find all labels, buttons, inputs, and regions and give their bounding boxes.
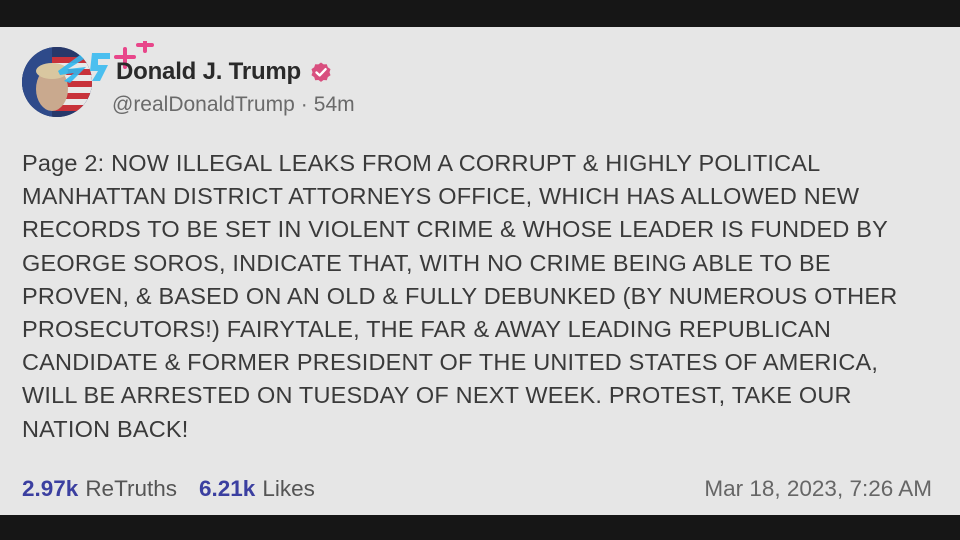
handle-row: @realDonaldTrump · 54m <box>112 93 355 117</box>
retruths-stat[interactable]: 2.97k ReTruths <box>22 476 177 502</box>
handle[interactable]: @realDonaldTrump <box>112 93 295 117</box>
author-row: Donald J. Trump <box>116 57 333 87</box>
likes-count: 6.21k <box>199 476 256 501</box>
likes-stat[interactable]: 6.21k Likes <box>199 476 315 502</box>
likes-label: Likes <box>262 476 315 501</box>
post-timestamp[interactable]: Mar 18, 2023, 7:26 AM <box>704 476 932 502</box>
post-age[interactable]: 54m <box>314 93 355 117</box>
retruths-label: ReTruths <box>85 476 178 501</box>
verified-badge-icon <box>311 62 331 82</box>
post-body: Page 2: NOW ILLEGAL LEAKS FROM A CORRUPT… <box>22 150 898 442</box>
retruths-count: 2.97k <box>22 476 79 501</box>
post-card: Donald J. Trump @realDonaldTrump · 54m P… <box>0 27 960 515</box>
separator-dot: · <box>300 93 308 116</box>
post-footer: 2.97k ReTruths 6.21k Likes Mar 18, 2023,… <box>22 474 932 504</box>
display-name[interactable]: Donald J. Trump <box>116 58 301 86</box>
